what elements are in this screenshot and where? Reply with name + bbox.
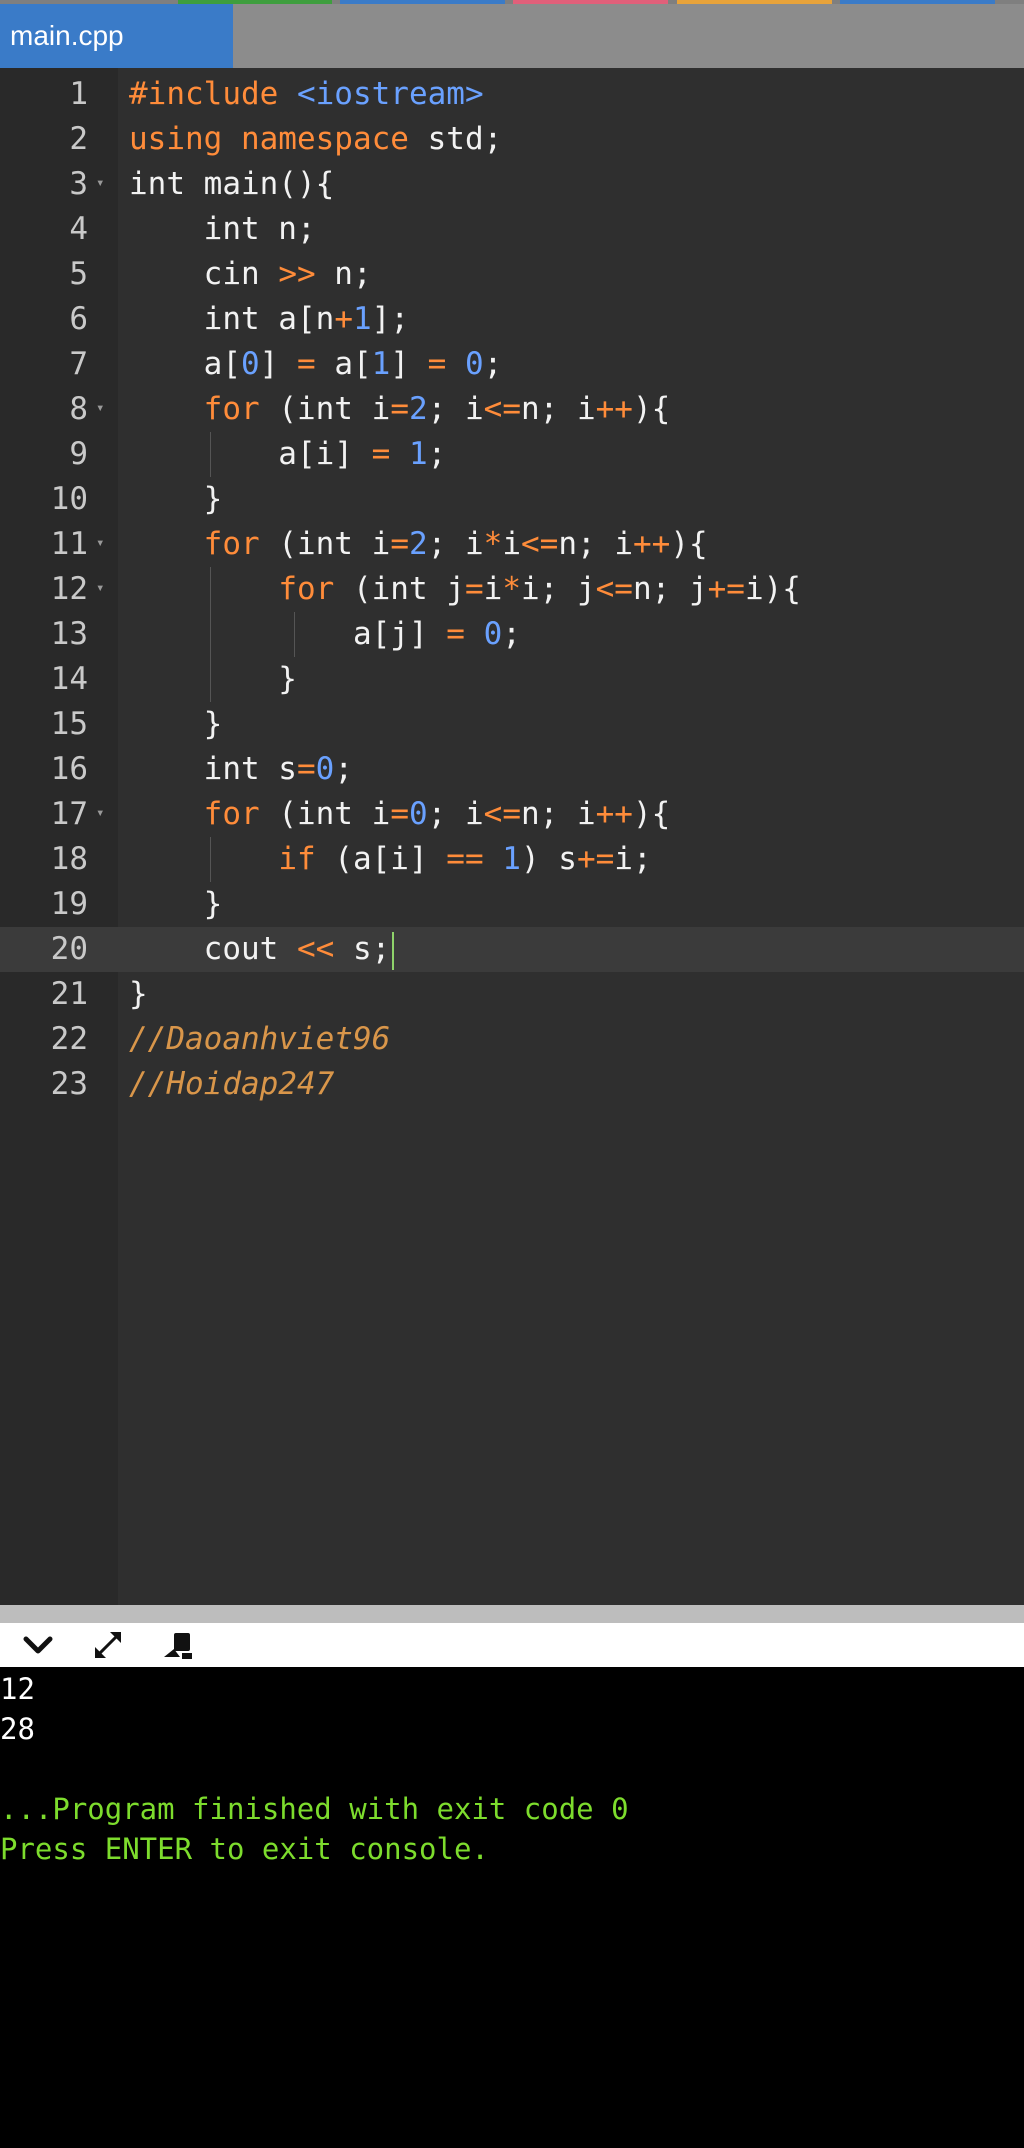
- code-text: }: [129, 976, 148, 1012]
- code-text: for (int i=2; i*i<=n; i++){: [203, 526, 708, 562]
- code-line[interactable]: 5 cin >> n;: [0, 252, 1024, 297]
- code-text: for (int i=2; i<=n; i++){: [203, 391, 671, 427]
- line-number: 8: [69, 391, 88, 427]
- fold-arrow-icon[interactable]: ▾: [96, 400, 104, 416]
- code-text: cin >> n;: [129, 256, 372, 292]
- line-number: 20: [50, 931, 88, 967]
- line-number: 10: [50, 481, 88, 517]
- console-toolbar: [0, 1623, 1024, 1667]
- code-line[interactable]: 11 ▾ for (int i=2; i*i<=n; i++){: [0, 522, 1024, 567]
- online-ide: main.cpp 1 #include <iostream> 2 using n…: [0, 0, 1024, 2148]
- fold-arrow-icon[interactable]: ▾: [96, 175, 104, 191]
- line-number: 18: [50, 841, 88, 877]
- code-text: }: [129, 661, 297, 697]
- code-line[interactable]: 14 }: [0, 657, 1024, 702]
- code-line[interactable]: 22 //Daoanhviet96: [0, 1017, 1024, 1062]
- tab-main-cpp[interactable]: main.cpp: [0, 4, 233, 68]
- code-text: }: [129, 886, 223, 922]
- exit-code-message: ...Program finished with exit code 0: [0, 1792, 629, 1826]
- line-number: 23: [50, 1066, 88, 1102]
- code-text: a[i] = 1;: [129, 436, 447, 472]
- code-line[interactable]: 16 int s=0;: [0, 747, 1024, 792]
- code-line[interactable]: 6 int a[n+1];: [0, 297, 1024, 342]
- code-text: for (int j=i*i; j<=n; j+=i){: [278, 571, 801, 607]
- line-number: 21: [50, 976, 88, 1012]
- line-number: 12: [50, 571, 88, 607]
- line-number: 13: [50, 616, 88, 652]
- code-text: int main(){: [129, 166, 335, 202]
- tab-bar: main.cpp: [0, 4, 1024, 68]
- line-number: 11: [50, 526, 88, 562]
- line-number: 7: [69, 346, 88, 382]
- code-line[interactable]: 3 ▾ int main(){: [0, 162, 1024, 207]
- line-number: 9: [69, 436, 88, 472]
- code-line[interactable]: 2 using namespace std;: [0, 117, 1024, 162]
- fold-arrow-icon[interactable]: ▾: [96, 580, 104, 596]
- line-number: 2: [69, 121, 88, 157]
- console-output[interactable]: 12 28 ...Program finished with exit code…: [0, 1667, 1024, 2148]
- code-line[interactable]: 15 }: [0, 702, 1024, 747]
- text-cursor: [392, 931, 395, 970]
- code-line[interactable]: 19 }: [0, 882, 1024, 927]
- exit-prompt: Press ENTER to exit console.: [0, 1832, 489, 1866]
- line-number: 14: [50, 661, 88, 697]
- code-comment: //Daoanhviet96: [129, 1021, 391, 1057]
- panel-divider[interactable]: [0, 1605, 1024, 1623]
- code-text: #include <iostream>: [129, 76, 484, 112]
- code-line-active[interactable]: 20 cout << s;: [0, 927, 1024, 972]
- code-line[interactable]: 10 }: [0, 477, 1024, 522]
- code-line[interactable]: 13 a[j] = 0;: [0, 612, 1024, 657]
- code-line[interactable]: 4 int n;: [0, 207, 1024, 252]
- code-text: }: [129, 481, 223, 517]
- code-line[interactable]: 7 a[0] = a[1] = 0;: [0, 342, 1024, 387]
- output-line: 28: [0, 1712, 35, 1746]
- code-line[interactable]: 23 //Hoidap247: [0, 1062, 1024, 1107]
- line-number: 19: [50, 886, 88, 922]
- code-text: int s=0;: [129, 751, 353, 787]
- code-line[interactable]: 8 ▾ for (int i=2; i<=n; i++){: [0, 387, 1024, 432]
- line-number: 22: [50, 1021, 88, 1057]
- line-number: 17: [50, 796, 88, 832]
- chevron-down-icon[interactable]: [18, 1627, 58, 1663]
- code-line[interactable]: 9 a[i] = 1;: [0, 432, 1024, 477]
- code-text: cout << s;: [129, 927, 395, 972]
- output-line: 12: [0, 1672, 35, 1706]
- code-text: if (a[i] == 1) s+=i;: [278, 841, 652, 877]
- line-number: 5: [69, 256, 88, 292]
- code-line[interactable]: 12 ▾ for (int j=i*i; j<=n; j+=i){: [0, 567, 1024, 612]
- fold-arrow-icon[interactable]: ▾: [96, 535, 104, 551]
- code-text: }: [129, 706, 223, 742]
- fold-arrow-icon[interactable]: ▾: [96, 805, 104, 821]
- expand-icon[interactable]: [88, 1627, 128, 1663]
- code-text: using namespace std;: [129, 121, 503, 157]
- stop-icon[interactable]: [160, 1627, 200, 1663]
- line-number: 6: [69, 301, 88, 337]
- code-text: for (int i=0; i<=n; i++){: [203, 796, 671, 832]
- line-number: 3: [69, 166, 88, 202]
- code-line[interactable]: 1 #include <iostream>: [0, 72, 1024, 117]
- code-comment: //Hoidap247: [129, 1066, 335, 1102]
- code-line[interactable]: 18 if (a[i] == 1) s+=i;: [0, 837, 1024, 882]
- code-text: a[j] = 0;: [129, 616, 521, 652]
- line-number: 4: [69, 211, 88, 247]
- code-text: int n;: [129, 211, 316, 247]
- code-line[interactable]: 17 ▾ for (int i=0; i<=n; i++){: [0, 792, 1024, 837]
- line-number: 1: [69, 76, 88, 112]
- code-editor[interactable]: 1 #include <iostream> 2 using namespace …: [0, 68, 1024, 1605]
- line-number: 16: [50, 751, 88, 787]
- code-text: a[0] = a[1] = 0;: [129, 346, 503, 382]
- code-text: int a[n+1];: [129, 301, 409, 337]
- code-line[interactable]: 21 }: [0, 972, 1024, 1017]
- line-number: 15: [50, 706, 88, 742]
